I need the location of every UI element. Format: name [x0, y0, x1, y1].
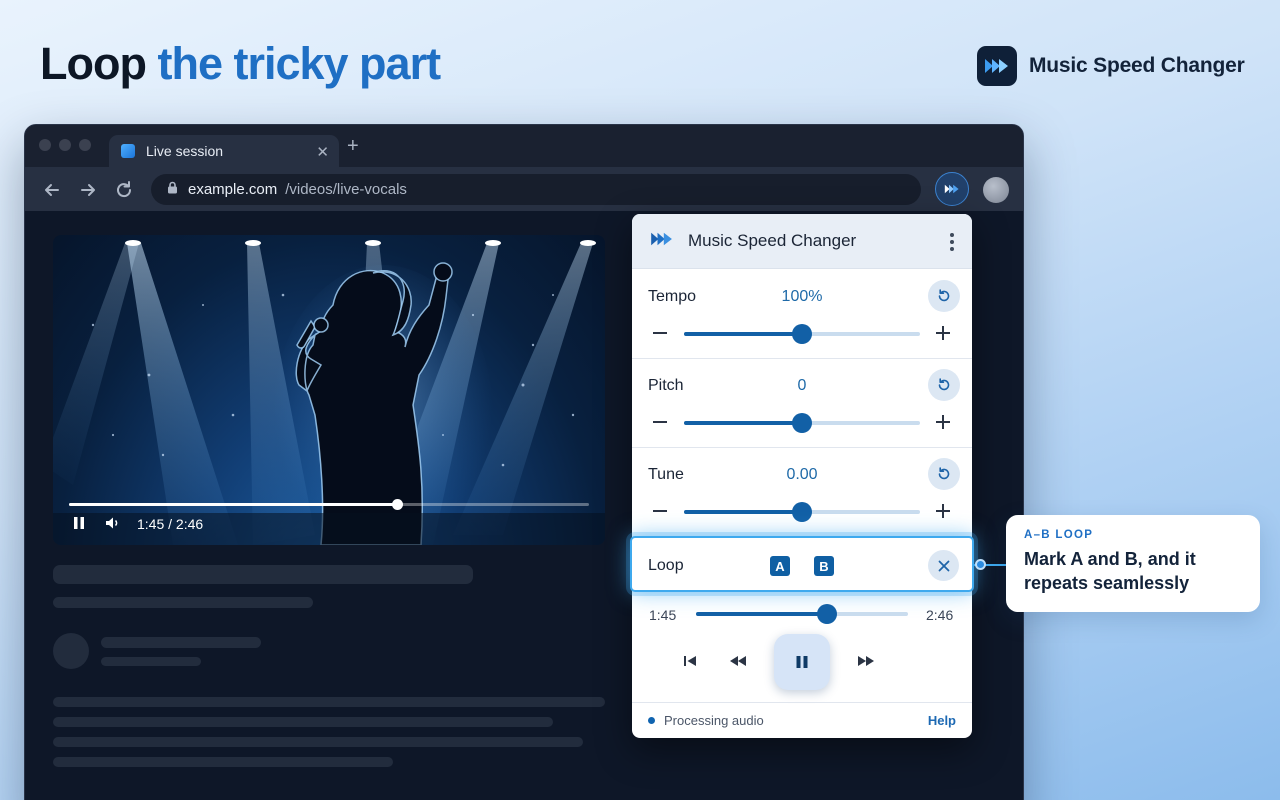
placeholder-line: [53, 697, 605, 707]
tempo-reset-button[interactable]: [928, 280, 960, 312]
help-link[interactable]: Help: [928, 713, 956, 728]
tempo-increase-icon[interactable]: [936, 326, 950, 340]
position-total-time: 2:46: [926, 607, 954, 623]
callout-connector-dot: [975, 559, 986, 570]
play-pause-button[interactable]: [774, 634, 830, 690]
browser-navbar: example.com /videos/live-vocals: [25, 167, 1023, 211]
volume-icon[interactable]: [105, 516, 121, 535]
tempo-slider-fill: [684, 332, 802, 336]
reset-icon: [938, 378, 950, 391]
skip-back-icon[interactable]: [682, 653, 698, 674]
callout-kicker: A–B LOOP: [1024, 529, 1094, 541]
window-maximize-dot[interactable]: [79, 139, 91, 151]
tune-slider[interactable]: [684, 502, 920, 522]
video-pause-icon[interactable]: [73, 516, 85, 535]
status-dot-icon: [648, 717, 655, 724]
placeholder-line: [101, 637, 261, 648]
placeholder-line: [53, 757, 393, 767]
lock-icon: [167, 181, 178, 198]
pitch-reset-button[interactable]: [928, 369, 960, 401]
brand: Music Speed Changer: [977, 46, 1245, 86]
loop-label: Loop: [648, 557, 684, 574]
pitch-control: Pitch 0: [632, 359, 972, 448]
tempo-decrease-icon[interactable]: [653, 332, 667, 334]
loop-clear-button[interactable]: [928, 550, 959, 581]
profile-avatar[interactable]: [983, 177, 1009, 203]
tab-close-icon[interactable]: ✕: [316, 143, 329, 161]
popup-header: Music Speed Changer: [632, 214, 972, 269]
headline-part1: Loop: [40, 38, 147, 89]
url-path: /videos/live-vocals: [285, 181, 407, 198]
close-icon: [938, 560, 949, 571]
browser-tab[interactable]: Live session ✕: [109, 135, 339, 167]
loop-b-button[interactable]: B: [814, 556, 834, 576]
tempo-slider-knob[interactable]: [792, 324, 812, 344]
placeholder-title: [53, 565, 473, 584]
rewind-icon[interactable]: [728, 653, 748, 674]
placeholder-line: [53, 717, 553, 727]
extension-button[interactable]: [935, 172, 969, 206]
pitch-slider-fill: [684, 421, 802, 425]
position-slider[interactable]: [696, 604, 908, 624]
window-close-dot[interactable]: [39, 139, 51, 151]
fast-forward-icon: [648, 230, 676, 253]
tune-reset-button[interactable]: [928, 458, 960, 490]
video-progress-knob[interactable]: [391, 499, 403, 510]
tune-slider-knob[interactable]: [792, 502, 812, 522]
pitch-increase-icon[interactable]: [936, 415, 950, 429]
feature-callout: A–B LOOP Mark A and B, and it repeats se…: [1006, 515, 1260, 612]
placeholder-line: [101, 657, 201, 666]
pitch-label: Pitch: [648, 377, 684, 394]
address-bar[interactable]: example.com /videos/live-vocals: [151, 174, 921, 205]
video-progress-fill: [69, 503, 397, 506]
pitch-decrease-icon[interactable]: [653, 421, 667, 423]
loop-control: Loop A B: [630, 536, 974, 592]
loop-a-button[interactable]: A: [770, 556, 790, 576]
video-player[interactable]: 1:45 / 2:46: [53, 235, 605, 545]
position-slider-fill: [696, 612, 828, 616]
placeholder-subtitle: [53, 597, 313, 608]
tempo-slider[interactable]: [684, 324, 920, 344]
headline: Loop the tricky part: [40, 38, 441, 90]
pitch-slider-knob[interactable]: [792, 413, 812, 433]
brand-name: Music Speed Changer: [1029, 54, 1245, 77]
forward-icon[interactable]: [77, 179, 99, 201]
tune-slider-fill: [684, 510, 802, 514]
url-host: example.com: [188, 181, 278, 198]
new-tab-icon[interactable]: +: [347, 135, 359, 158]
tab-title: Live session: [146, 143, 224, 159]
video-time: 1:45 / 2:46: [137, 516, 204, 532]
more-options-icon[interactable]: [950, 233, 954, 254]
position-slider-knob[interactable]: [817, 604, 838, 624]
reset-icon: [938, 289, 950, 302]
status-text: Processing audio: [664, 713, 764, 728]
concert-scene-image: [53, 240, 605, 545]
favicon-icon: [121, 144, 135, 158]
fast-forward-button-icon[interactable]: [856, 653, 876, 674]
fast-forward-icon: [977, 46, 1017, 86]
popup-footer: Processing audio Help: [632, 702, 972, 738]
tune-label: Tune: [648, 466, 684, 483]
reload-icon[interactable]: [113, 179, 135, 201]
back-icon[interactable]: [41, 179, 63, 201]
tune-decrease-icon[interactable]: [653, 510, 667, 512]
headline-part2: the tricky part: [157, 38, 441, 89]
tempo-control: Tempo 100%: [632, 270, 972, 359]
callout-text: Mark A and B, and it repeats seamlessly: [1024, 549, 1196, 593]
pitch-slider[interactable]: [684, 413, 920, 433]
window-minimize-dot[interactable]: [59, 139, 71, 151]
popup-title: Music Speed Changer: [688, 231, 857, 250]
placeholder-avatar: [53, 633, 89, 669]
tempo-label: Tempo: [648, 288, 697, 305]
tune-control: Tune 0.00: [632, 448, 972, 537]
reset-icon: [938, 467, 950, 480]
browser-titlebar: Live session ✕ +: [25, 125, 1023, 167]
video-progress-bar[interactable]: [69, 499, 589, 510]
tune-increase-icon[interactable]: [936, 504, 950, 518]
fast-forward-icon: [944, 184, 959, 194]
placeholder-line: [53, 737, 583, 747]
position-current-time: 1:45: [649, 607, 677, 623]
extension-popup: Music Speed Changer Tempo 100% Pitch 0 T…: [630, 214, 974, 738]
pause-icon: [796, 656, 808, 668]
